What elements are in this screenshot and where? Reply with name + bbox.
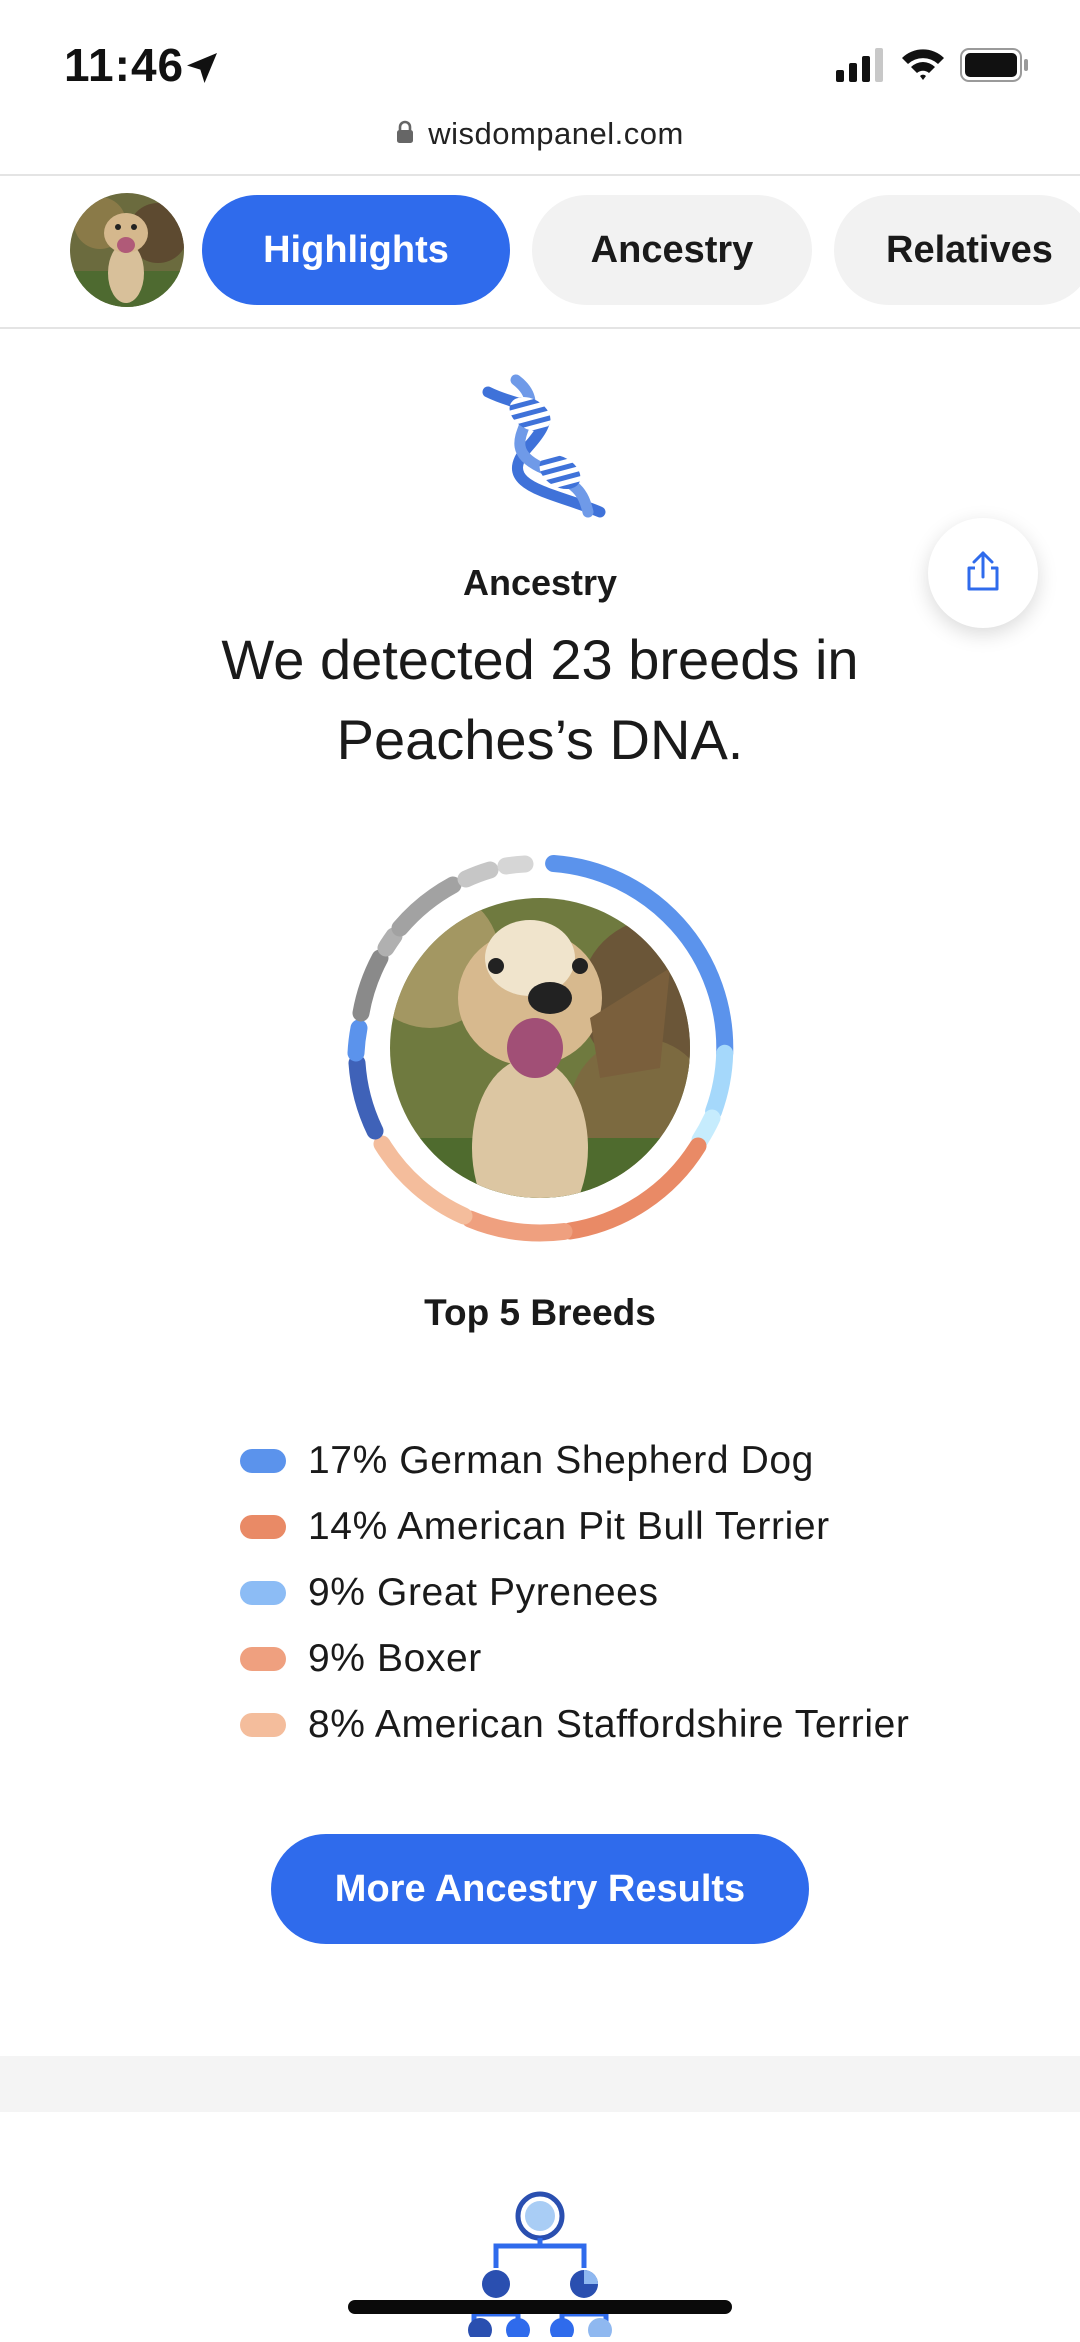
- breed-percent: 8%: [308, 1703, 366, 1746]
- breed-list: 17% German Shepherd Dog 14% American Pit…: [240, 1428, 1000, 1758]
- ring-segment-mid-blue: [347, 1019, 368, 1062]
- status-time: 11:46: [64, 39, 185, 91]
- breed-color-swatch: [240, 1515, 286, 1539]
- breed-percent: 9%: [308, 1637, 366, 1680]
- home-indicator[interactable]: [348, 2300, 732, 2314]
- section-separator: [0, 2056, 1080, 2112]
- ring-segment-gray-1: [352, 949, 389, 1022]
- ring-segment-gray-5: [497, 855, 534, 875]
- ancestry-headline: We detected 23 breeds in Peaches’s DNA.: [221, 628, 859, 771]
- lock-icon: [396, 120, 414, 149]
- breed-color-swatch: [240, 1581, 286, 1605]
- ring-segment-pyrenees: [705, 1044, 734, 1120]
- url-text: wisdompanel.com: [428, 116, 684, 151]
- tab-bar-divider: [0, 327, 1080, 329]
- breed-name: Great Pyrenees: [377, 1571, 659, 1614]
- cellular-signal-icon: [836, 48, 886, 87]
- breed-row: 14% American Pit Bull Terrier: [240, 1494, 1000, 1560]
- tab-bar: Highlights Ancestry Relatives: [0, 175, 1080, 327]
- ring-segment-dark-blue: [348, 1054, 384, 1140]
- dna-icon: [468, 372, 618, 527]
- ring-segment-gray-2: [377, 927, 403, 957]
- address-bar[interactable]: wisdompanel.com: [0, 110, 1080, 174]
- breed-color-swatch: [240, 1647, 286, 1671]
- breed-ring-chart: [340, 848, 740, 1253]
- breed-color-swatch: [240, 1713, 286, 1737]
- breed-row: 9% Boxer: [240, 1626, 1000, 1692]
- ring-segment-boxer: [461, 1210, 573, 1242]
- ring-segment-gray-4: [457, 861, 499, 888]
- wifi-icon: [900, 46, 946, 87]
- more-ancestry-results-button[interactable]: More Ancestry Results: [271, 1834, 809, 1944]
- breed-name: German Shepherd Dog: [399, 1439, 814, 1482]
- breed-percent: 9%: [308, 1571, 366, 1614]
- ring-segment-small-blue: [691, 1109, 721, 1149]
- tab-ancestry[interactable]: Ancestry: [532, 195, 812, 305]
- breed-name: Boxer: [377, 1637, 482, 1680]
- ring-segment-gray-3: [391, 876, 462, 937]
- battery-icon: [960, 48, 1030, 87]
- breed-row: 8% American Staffordshire Terrier: [240, 1692, 1000, 1758]
- breed-name: American Staffordshire Terrier: [374, 1703, 910, 1746]
- tab-highlights[interactable]: Highlights: [202, 195, 510, 305]
- family-tree-icon: [460, 2184, 620, 2342]
- status-bar: 11:46: [0, 0, 1080, 120]
- breed-name: American Pit Bull Terrier: [397, 1505, 830, 1548]
- breed-row: 17% German Shepherd Dog: [240, 1428, 1000, 1494]
- breed-percent: 14%: [308, 1505, 388, 1548]
- breed-row: 9% Great Pyrenees: [240, 1560, 1000, 1626]
- section-label-ancestry: Ancestry: [462, 562, 618, 603]
- tab-relatives[interactable]: Relatives: [834, 195, 1080, 305]
- location-arrow-icon: [182, 48, 222, 93]
- top-breeds-label: Top 5 Breeds: [424, 1292, 656, 1333]
- breed-color-swatch: [240, 1449, 286, 1473]
- dog-avatar[interactable]: [70, 193, 184, 307]
- breed-percent: 17%: [308, 1439, 388, 1482]
